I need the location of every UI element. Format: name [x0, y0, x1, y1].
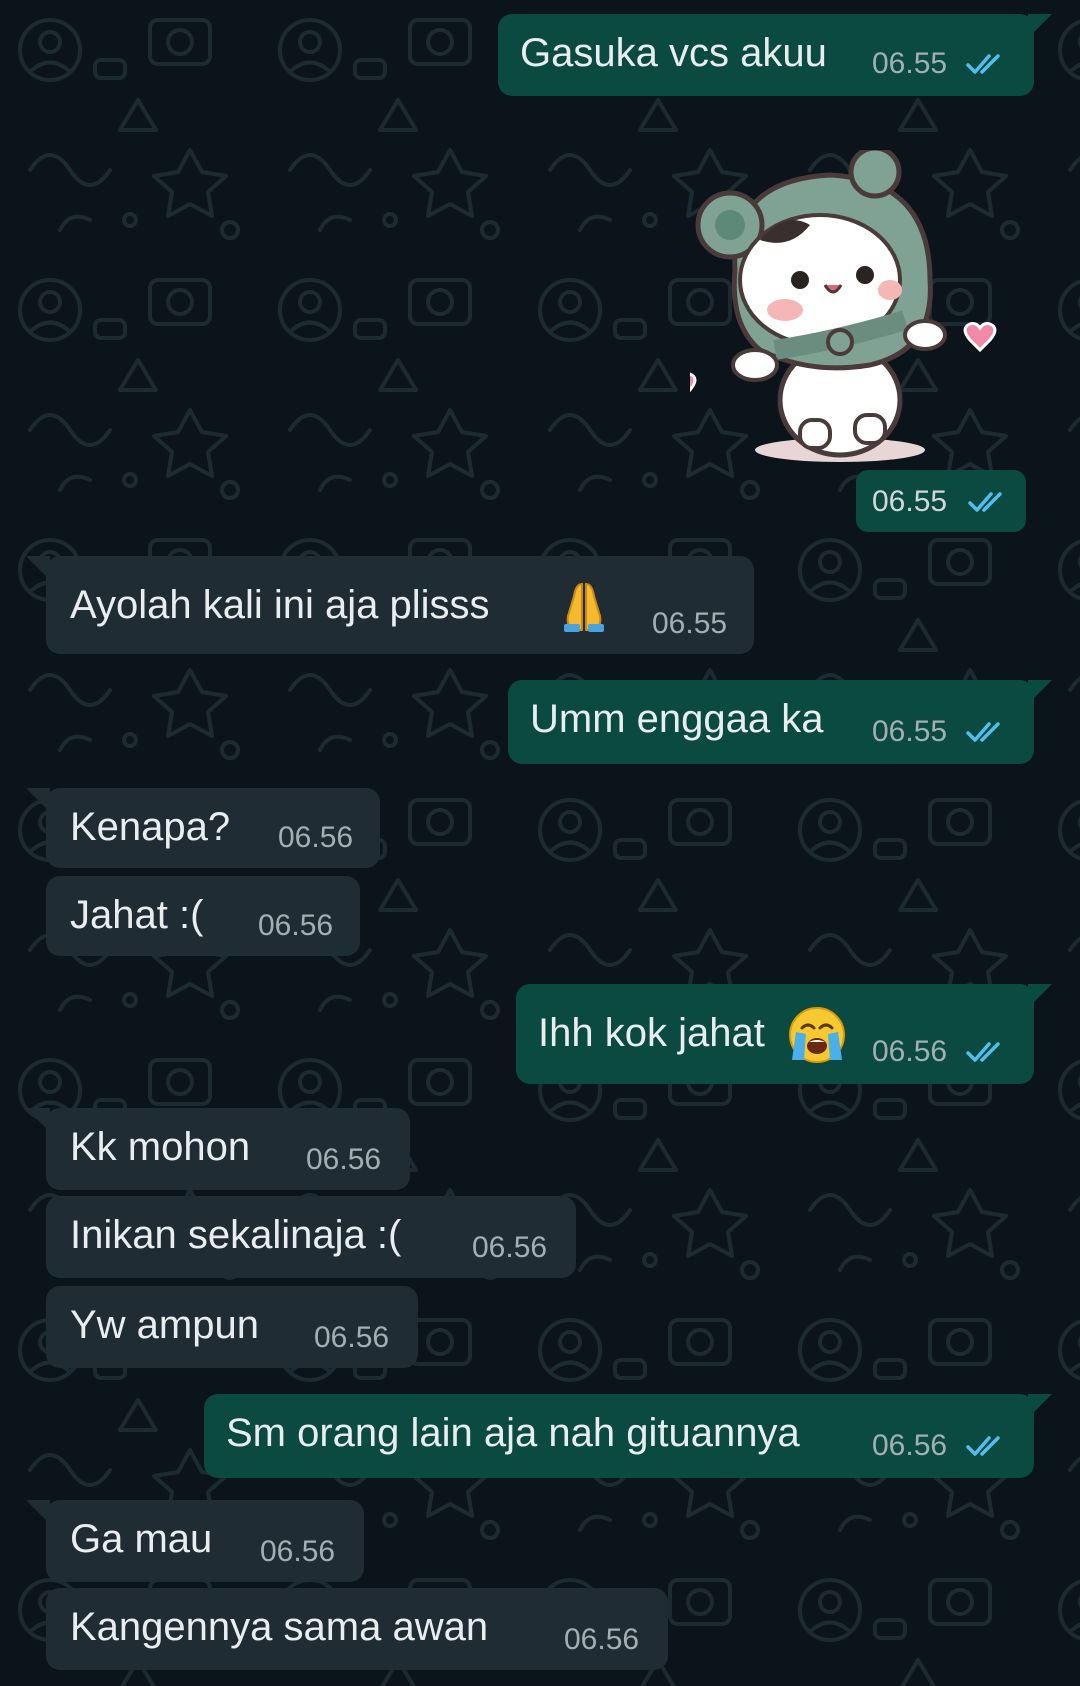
- read-ticks-icon: [968, 492, 1002, 512]
- message-text: Kangennya sama awan: [70, 1605, 489, 1649]
- message-bubble-incoming[interactable]: Kk mohon 06.56: [46, 1108, 410, 1190]
- message-time: 06.56: [314, 1321, 390, 1354]
- message-text: Yw ampun: [70, 1303, 259, 1347]
- message-bubble-incoming[interactable]: Kangennya sama awan 06.56: [46, 1588, 668, 1670]
- message-bubble-incoming[interactable]: Kenapa? 06.56: [46, 788, 380, 868]
- message-text: Jahat :(: [70, 893, 204, 937]
- read-ticks-icon: [966, 722, 1000, 742]
- sticker-time-pill: 06.55: [856, 470, 1026, 532]
- message-bubble-incoming[interactable]: Ayolah kali ini aja plisss 06.55: [46, 556, 754, 654]
- message-bubble-outgoing[interactable]: Umm enggaa ka 06.55: [508, 680, 1034, 764]
- message-bubble-outgoing[interactable]: Sm orang lain aja nah gituannya 06.56: [204, 1394, 1034, 1478]
- message-text: Umm enggaa ka: [530, 697, 824, 741]
- message-time: 06.55: [872, 47, 948, 80]
- message-time: 06.55: [872, 485, 948, 518]
- message-text: Inikan sekalinaja :(: [70, 1213, 402, 1257]
- read-ticks-icon: [966, 1436, 1000, 1456]
- message-time: 06.56: [472, 1231, 548, 1264]
- message-time: 06.56: [278, 821, 354, 854]
- message-time: 06.56: [260, 1535, 336, 1568]
- message-time: 06.56: [872, 1035, 948, 1068]
- loudly-crying-face-emoji: [789, 1007, 845, 1063]
- message-time: 06.56: [306, 1143, 382, 1176]
- read-ticks-icon: [966, 54, 1000, 74]
- folded-hands-emoji: [564, 582, 604, 632]
- message-time: 06.56: [564, 1623, 640, 1656]
- message-bubble-incoming[interactable]: Jahat :( 06.56: [46, 876, 360, 956]
- message-text: Sm orang lain aja nah gituannya: [226, 1411, 800, 1455]
- message-time: 06.55: [872, 715, 948, 748]
- message-time: 06.56: [258, 909, 334, 942]
- message-time: 06.56: [872, 1429, 948, 1462]
- message-text: Ga mau: [70, 1517, 213, 1561]
- message-bubble-outgoing[interactable]: Gasuka vcs akuu 06.55: [498, 14, 1034, 96]
- message-bubble-incoming[interactable]: Yw ampun 06.56: [46, 1286, 418, 1368]
- message-text: Ayolah kali ini aja plisss: [70, 583, 490, 627]
- message-bubble-outgoing[interactable]: Ihh kok jahat 06.56: [516, 984, 1034, 1084]
- bear-costume-sticker[interactable]: [690, 150, 1010, 470]
- message-time: 06.55: [652, 607, 728, 640]
- read-ticks-icon: [966, 1042, 1000, 1062]
- message-text: Gasuka vcs akuu: [520, 31, 827, 75]
- message-text: Ihh kok jahat: [538, 1011, 765, 1055]
- message-bubble-incoming[interactable]: Inikan sekalinaja :( 06.56: [46, 1196, 576, 1278]
- message-text: Kk mohon: [70, 1125, 251, 1169]
- message-bubble-incoming[interactable]: Ga mau 06.56: [46, 1500, 364, 1582]
- message-text: Kenapa?: [70, 805, 231, 849]
